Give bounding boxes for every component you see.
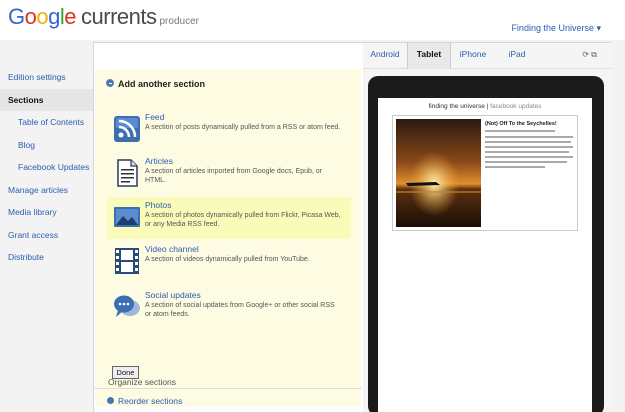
divider — [94, 388, 362, 389]
nav-manage-articles[interactable]: Manage articles — [0, 179, 93, 202]
add-section-header[interactable]: Add another section — [106, 79, 205, 89]
text-line — [485, 136, 573, 138]
nav-media-library[interactable]: Media library — [0, 201, 93, 224]
text-line — [485, 161, 567, 163]
option-articles[interactable]: Articles A section of articles imported … — [107, 153, 347, 195]
tab-android[interactable]: Android — [363, 43, 407, 69]
text-line — [485, 130, 555, 132]
option-feed[interactable]: Feed A section of posts dynamically pull… — [107, 109, 347, 151]
section-editor: Add another section Feed A section of po… — [93, 42, 363, 412]
option-social-updates[interactable]: Social updates A section of social updat… — [107, 287, 347, 329]
article-card[interactable]: (Not) Off To the Seychelles! — [392, 115, 578, 231]
nav-facebook-updates[interactable]: Facebook Updates — [0, 156, 93, 179]
add-section-panel: Add another section Feed A section of po… — [95, 69, 361, 406]
logo-letter: o — [36, 4, 49, 29]
tablet-screen: finding the universe | facebook updates — [378, 98, 592, 412]
logo-letter: o — [24, 4, 37, 29]
option-title: Feed — [145, 112, 165, 122]
tab-tablet[interactable]: Tablet — [407, 43, 451, 69]
option-description: A section of posts dynamically pulled fr… — [145, 124, 341, 131]
logo-producer: producer — [159, 16, 199, 27]
option-description: A section of videos dynamically pulled f… — [145, 256, 310, 263]
text-line — [485, 141, 571, 143]
logo-letter: G — [8, 4, 25, 29]
text-line — [485, 156, 573, 158]
option-title: Video channel — [145, 244, 199, 254]
add-section-label: Add another section — [118, 79, 206, 89]
nav-sections[interactable]: Sections — [0, 88, 93, 111]
expand-icon — [107, 397, 114, 404]
chat-bubbles-icon — [114, 295, 140, 317]
text-line — [485, 166, 545, 168]
nav-grant-access[interactable]: Grant access — [0, 224, 93, 247]
sunset-photo — [396, 119, 481, 227]
tab-iphone[interactable]: iPhone — [451, 43, 495, 69]
nav-table-of-contents[interactable]: Table of Contents — [0, 111, 93, 134]
organize-sections-label: Organize sections — [108, 377, 177, 387]
collapse-icon — [106, 79, 114, 87]
option-video-channel[interactable]: Video channel A section of videos dynami… — [107, 241, 347, 283]
screen-title: finding the universe — [428, 103, 485, 110]
article-title: (Not) Off To the Seychelles! — [485, 121, 557, 127]
nav-blog[interactable]: Blog — [0, 134, 93, 157]
device-tabs: Android Tablet iPhone iPad ⟳ ⧉ — [363, 43, 611, 69]
option-title: Social updates — [145, 290, 201, 300]
preview-tools-icons[interactable]: ⟳ ⧉ — [582, 50, 597, 60]
document-icon — [117, 159, 138, 187]
option-description: A section of social updates from Google+… — [145, 302, 335, 318]
option-photos[interactable]: Photos A section of photos dynamically p… — [107, 197, 351, 239]
reorder-label: Reorder sections — [118, 396, 183, 406]
nav-edition-settings[interactable]: Edition settings — [0, 66, 93, 89]
option-title: Photos — [145, 200, 172, 210]
film-icon — [115, 248, 139, 274]
screen-subtitle: facebook updates — [490, 103, 542, 110]
google-currents-logo[interactable]: Google currents producer — [8, 4, 199, 30]
left-nav: Edition settings Sections Table of Conte… — [0, 66, 93, 269]
photo-icon — [114, 207, 140, 227]
nav-distribute[interactable]: Distribute — [0, 246, 93, 269]
logo-letter: g — [48, 4, 60, 29]
app-header: Google currents producer Finding the Unive… — [0, 0, 625, 40]
option-title: Articles — [145, 156, 173, 166]
text-line — [485, 146, 573, 148]
logo-currents: currents — [81, 4, 157, 29]
tab-ipad[interactable]: iPad — [495, 43, 539, 69]
rss-icon — [114, 116, 140, 142]
option-description: A section of articles imported from Goog… — [145, 168, 323, 184]
device-preview: Android Tablet iPhone iPad ⟳ ⧉ finding t… — [363, 42, 611, 412]
option-description: A section of photos dynamically pulled f… — [145, 212, 341, 228]
text-line — [485, 151, 569, 153]
tablet-frame: finding the universe | facebook updates — [368, 76, 604, 412]
reorder-sections-link[interactable]: Reorder sections — [107, 396, 182, 406]
edition-selector[interactable]: Finding the Universe ▾ — [511, 23, 601, 34]
logo-letter: e — [64, 4, 77, 29]
screen-header: finding the universe | facebook updates — [428, 103, 542, 110]
